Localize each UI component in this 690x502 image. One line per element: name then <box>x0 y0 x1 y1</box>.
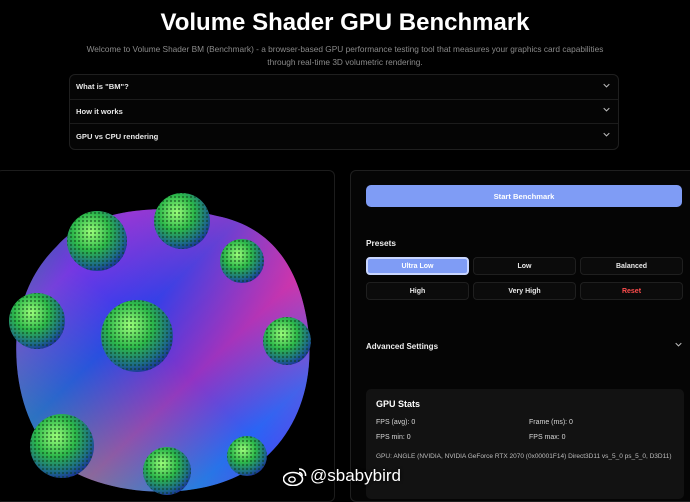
fps-min-readout: FPS min: 0 <box>376 434 411 441</box>
faq-label: GPU vs CPU rendering <box>76 131 159 141</box>
reset-button[interactable]: Reset <box>580 282 683 300</box>
faq-item-gpu-vs-cpu[interactable]: GPU vs CPU rendering <box>70 124 618 149</box>
gpu-stats-card: GPU Stats FPS (avg): 0 Frame (ms): 0 FPS… <box>366 389 684 499</box>
faq-item-what-is-bm[interactable]: What is "BM"? <box>70 75 618 100</box>
watermark-text: @sbabybird <box>310 466 401 485</box>
presets-label: Presets <box>366 238 396 248</box>
watermark: @sbabybird <box>282 466 401 486</box>
faq-label: How it works <box>76 106 123 116</box>
chevron-down-icon <box>603 106 610 113</box>
preset-ultra-low-button[interactable]: Ultra Low <box>366 257 469 275</box>
benchmark-panel: Start Benchmark Presets Ultra Low Low Ba… <box>350 170 690 502</box>
fps-avg-readout: FPS (avg): 0 <box>376 419 416 426</box>
faq-label: What is "BM"? <box>76 82 129 92</box>
preset-low-button[interactable]: Low <box>473 257 576 275</box>
chevron-down-icon <box>603 131 610 138</box>
chevron-down-icon <box>675 341 682 348</box>
page-subtitle: Welcome to Volume Shader BM (Benchmark) … <box>86 44 604 67</box>
preset-balanced-button[interactable]: Balanced <box>580 257 683 275</box>
volumetric-render-image <box>9 193 311 495</box>
chevron-down-icon <box>603 82 610 89</box>
advanced-settings-toggle[interactable]: Advanced Settings <box>366 339 682 353</box>
fps-max-readout: FPS max: 0 <box>529 434 566 441</box>
frame-ms-readout: Frame (ms): 0 <box>529 419 573 426</box>
faq-item-how-it-works[interactable]: How it works <box>70 100 618 125</box>
gpu-info-text: GPU: ANGLE (NVIDIA, NVIDIA GeForce RTX 2… <box>376 453 672 460</box>
advanced-settings-label: Advanced Settings <box>366 341 439 351</box>
page-title: Volume Shader GPU Benchmark <box>160 9 530 36</box>
faq-accordion: What is "BM"? How it works GPU vs CPU re… <box>69 74 619 150</box>
start-benchmark-button[interactable]: Start Benchmark <box>366 185 682 207</box>
gpu-stats-title: GPU Stats <box>376 399 421 409</box>
render-viewport[interactable] <box>0 170 335 502</box>
preset-high-button[interactable]: High <box>366 282 469 300</box>
preset-very-high-button[interactable]: Very High <box>473 282 576 300</box>
weibo-logo-icon <box>282 467 307 486</box>
